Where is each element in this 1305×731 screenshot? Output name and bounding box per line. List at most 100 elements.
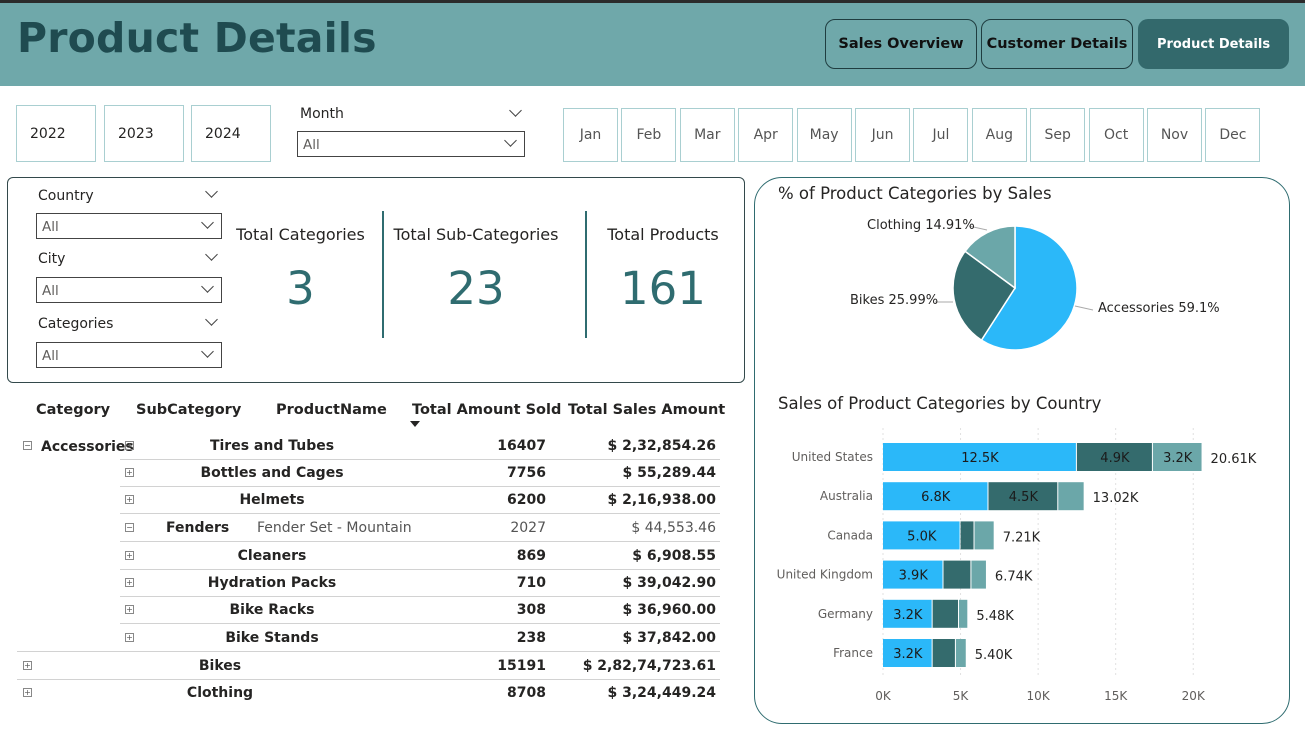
year-2024-tile[interactable]: 2024	[191, 105, 271, 162]
expand-icon[interactable]: +	[125, 495, 134, 504]
total-subcategories-value: 23	[447, 262, 505, 315]
subcategory-cell: Hydration Packs	[207, 575, 337, 591]
bar-total-label: 5.40K	[975, 648, 1013, 663]
city-dropdown[interactable]: All	[36, 277, 222, 303]
sales-amount-cell: $ 2,32,854.26	[607, 438, 717, 454]
city-collapse-chevron-icon[interactable]	[205, 248, 218, 261]
bar-total-label: 5.48K	[976, 609, 1014, 624]
bar-segment	[943, 560, 971, 589]
expand-icon[interactable]: +	[125, 551, 134, 560]
month-tile-nov[interactable]: Nov	[1147, 108, 1202, 162]
country-slicer-label: Country	[38, 188, 94, 204]
country-dropdown[interactable]: All	[36, 213, 222, 239]
month-tile-sep[interactable]: Sep	[1030, 108, 1086, 162]
row-divider	[120, 623, 720, 624]
product-details-button[interactable]: Product Details	[1138, 19, 1289, 69]
column-header-total-sales-amount[interactable]: Total Sales Amount	[568, 402, 725, 418]
chevron-down-icon	[201, 345, 214, 358]
expand-icon[interactable]: +	[125, 468, 134, 477]
expand-icon[interactable]: +	[23, 661, 32, 670]
bar-segment	[955, 639, 966, 667]
column-header-total-amount-sold[interactable]: Total Amount Sold	[412, 402, 561, 418]
month-tile-dec[interactable]: Dec	[1205, 108, 1261, 162]
month-tile-mar[interactable]: Mar	[679, 108, 735, 162]
category-label: Australia	[820, 489, 873, 503]
bar-segment	[974, 521, 994, 550]
bar-data-label: 3.2K	[893, 647, 923, 662]
row-divider	[17, 679, 720, 680]
collapse-icon[interactable]: −	[125, 523, 134, 532]
bar-segment	[1058, 482, 1084, 511]
month-dropdown[interactable]: All	[297, 131, 525, 157]
column-header-productname[interactable]: ProductName	[276, 402, 387, 418]
subcategory-cell: Bike Racks	[229, 602, 315, 618]
city-slicer-label: City	[38, 251, 66, 267]
month-tile-jan[interactable]: Jan	[563, 108, 618, 162]
collapse-icon[interactable]: −	[23, 441, 32, 450]
expand-icon[interactable]: +	[23, 688, 32, 697]
category-cell: Clothing	[186, 685, 254, 701]
month-tile-may[interactable]: May	[796, 108, 852, 162]
amount-sold-cell: 238	[516, 630, 546, 646]
year-2023-tile[interactable]: 2023	[104, 105, 184, 162]
kpi-divider	[585, 211, 587, 338]
month-tile-jun[interactable]: Jun	[855, 108, 910, 162]
row-divider	[120, 513, 720, 514]
year-2022-tile[interactable]: 2022	[16, 105, 96, 162]
sort-descending-icon[interactable]	[410, 421, 420, 427]
column-header-subcategory[interactable]: SubCategory	[136, 402, 241, 418]
sales-amount-cell: $ 44,553.46	[631, 520, 716, 536]
categories-dropdown[interactable]: All	[36, 342, 222, 368]
total-categories-label: Total Categories	[236, 225, 365, 244]
expand-icon[interactable]: +	[125, 605, 134, 614]
country-collapse-chevron-icon[interactable]	[205, 185, 218, 198]
bar-segment	[959, 599, 968, 628]
subcategory-cell: Helmets	[239, 492, 305, 508]
subcategory-cell: Bottles and Cages	[200, 465, 344, 481]
expand-icon[interactable]: +	[125, 578, 134, 587]
month-tile-aug[interactable]: Aug	[971, 108, 1027, 162]
month-collapse-chevron-icon[interactable]	[509, 104, 522, 117]
page-title: Product Details	[17, 14, 377, 62]
amount-sold-cell: 16407	[497, 438, 546, 454]
sales-amount-cell: $ 6,908.55	[632, 548, 716, 564]
product-cell: Fender Set - Mountain	[257, 520, 412, 536]
row-divider	[120, 486, 720, 487]
sales-amount-cell: $ 36,960.00	[622, 602, 716, 618]
amount-sold-cell: 7756	[507, 465, 546, 481]
amount-sold-cell: 15191	[497, 658, 546, 674]
bar-data-label: 6.8K	[921, 490, 951, 505]
month-tile-jul[interactable]: Jul	[913, 108, 969, 162]
bar-data-label: 3.9K	[899, 569, 929, 584]
month-tile-oct[interactable]: Oct	[1088, 108, 1144, 162]
bar-segment	[960, 521, 974, 550]
pie-chart	[935, 225, 1094, 351]
sales-overview-button[interactable]: Sales Overview	[825, 19, 977, 69]
x-tick-label: 20K	[1182, 689, 1206, 703]
bar-segment	[971, 560, 986, 589]
expand-icon[interactable]: +	[125, 633, 134, 642]
x-tick-label: 5K	[953, 689, 970, 703]
x-tick-label: 0K	[875, 689, 892, 703]
category-label: Canada	[827, 528, 873, 542]
bar-chart-title: Sales of Product Categories by Country	[778, 394, 1102, 413]
row-divider	[120, 569, 720, 570]
column-header-category[interactable]: Category	[36, 402, 110, 418]
month-tile-apr[interactable]: Apr	[738, 108, 794, 162]
chevron-down-icon	[201, 216, 214, 229]
total-categories-value: 3	[286, 262, 315, 315]
chevron-down-icon	[201, 280, 214, 293]
amount-sold-cell: 8708	[507, 685, 546, 701]
categories-collapse-chevron-icon[interactable]	[205, 313, 218, 326]
month-tile-feb[interactable]: Feb	[621, 108, 677, 162]
category-label: France	[833, 646, 873, 660]
month-slicer-label: Month	[300, 106, 344, 122]
amount-sold-cell: 6200	[507, 492, 546, 508]
row-divider	[120, 596, 720, 597]
customer-details-button[interactable]: Customer Details	[981, 19, 1133, 69]
bar-data-label: 4.5K	[1009, 490, 1039, 505]
subcategory-cell: Cleaners	[237, 548, 307, 564]
expand-icon[interactable]: +	[125, 441, 134, 450]
bar-total-label: 7.21K	[1003, 530, 1041, 545]
pie-label-clothing: Clothing 14.91%	[867, 218, 975, 233]
